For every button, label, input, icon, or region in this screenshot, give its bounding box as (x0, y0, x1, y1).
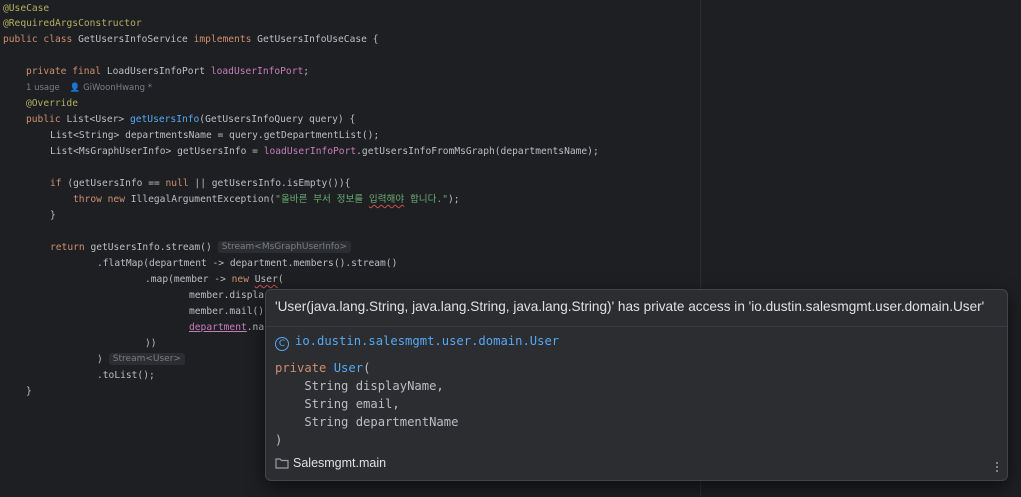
code-line: } (26, 386, 32, 397)
author-icon: 👤 (69, 83, 84, 93)
code-line: @Override (26, 98, 78, 109)
code-line: member.displa (189, 290, 265, 301)
usage-hint[interactable]: 1 usage 👤 GiWoonHwang * (26, 80, 152, 96)
code-line: throw new IllegalArgumentException("올바른 … (73, 194, 460, 205)
class-link[interactable]: Cio.dustin.salesmgmt.user.domain.User (275, 332, 559, 351)
type-hint: Stream<User> (108, 353, 185, 365)
code-line: List<String> departmentsName = query.get… (50, 130, 380, 141)
code-line: .toList(); (97, 370, 155, 381)
signature-param: String email, (275, 397, 400, 411)
signature-param: String displayName, (275, 379, 444, 393)
code-line: private final LoadUsersInfoPort loadUser… (26, 66, 310, 77)
signature-line: private User( (275, 361, 371, 375)
class-icon: C (275, 337, 289, 351)
code-line: public class GetUsersInfoService impleme… (3, 34, 379, 45)
signature-param: String departmentName (275, 415, 459, 429)
error-tooltip-popup[interactable]: 'User(java.lang.String, java.lang.String… (265, 289, 1008, 481)
divider (266, 326, 1007, 327)
folder-icon (275, 458, 289, 469)
code-line: @UseCase (3, 3, 50, 14)
code-line: department.na (189, 322, 265, 333)
code-line: return getUsersInfo.stream() Stream<MsGra… (50, 240, 351, 256)
code-line: } (50, 210, 56, 221)
type-hint: Stream<MsGraphUserInfo> (217, 241, 351, 253)
more-options-icon[interactable] (995, 460, 999, 474)
signature-line: ) (275, 433, 283, 447)
code-line: .map(member -> new User( (145, 274, 284, 285)
code-line: .flatMap(department -> department.member… (97, 258, 398, 269)
code-line: if (getUsersInfo == null || getUsersInfo… (50, 178, 351, 189)
code-line: )) (145, 338, 157, 349)
code-line: member.mail() (189, 306, 265, 317)
module-label[interactable]: Salesmgmt.main (275, 454, 386, 472)
error-highlight[interactable]: User (255, 274, 278, 285)
code-line: public List<User> getUsersInfo(GetUsersI… (26, 114, 356, 125)
code-line: List<MsGraphUserInfo> getUsersInfo = loa… (50, 146, 599, 157)
code-line: @RequiredArgsConstructor (3, 18, 142, 29)
error-message: 'User(java.lang.String, java.lang.String… (275, 299, 985, 314)
code-line: ) Stream<User> (97, 352, 185, 368)
